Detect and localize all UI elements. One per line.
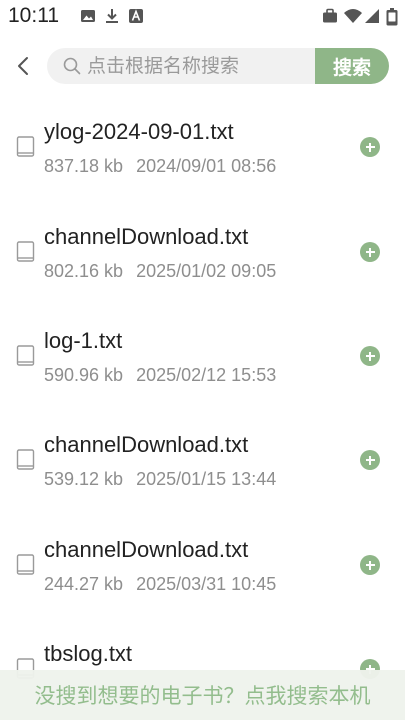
- search-field[interactable]: [47, 48, 317, 84]
- wifi-icon: [344, 9, 362, 23]
- back-arrow-icon[interactable]: [12, 52, 36, 80]
- add-file-button[interactable]: [360, 346, 380, 366]
- add-file-button[interactable]: [360, 555, 380, 575]
- search-icon: [63, 57, 81, 75]
- add-file-button[interactable]: [360, 450, 380, 470]
- file-size: 539.12 kb: [44, 469, 124, 489]
- file-date: 2024/09/01 08:56: [136, 156, 277, 176]
- file-meta: 590.96 kb 2025/02/12 15:53: [44, 365, 276, 386]
- file-item[interactable]: channelDownload.txt 539.12 kb 2025/01/15 …: [0, 408, 405, 504]
- file-name: channelDownload.txt: [44, 537, 249, 562]
- add-file-button[interactable]: [360, 137, 380, 157]
- file-item[interactable]: log-1.txt 590.96 kb 2025/02/12 15:53: [0, 304, 405, 400]
- text-file-icon: [16, 345, 35, 366]
- text-file-icon: [16, 554, 35, 575]
- file-meta: 802.16 kb 2025/01/02 09:05: [44, 261, 276, 282]
- signal-icon: [365, 9, 379, 23]
- file-date: 2025/03/31 10:45: [136, 574, 277, 594]
- file-meta: 539.12 kb 2025/01/15 13:44: [44, 469, 276, 490]
- file-size: 802.16 kb: [44, 261, 124, 281]
- briefcase-icon: [323, 8, 337, 23]
- file-size: 837.18 kb: [44, 156, 124, 176]
- file-date: 2025/01/15 13:44: [136, 469, 277, 489]
- text-file-icon: [16, 241, 35, 262]
- file-name: log-1.txt: [44, 328, 123, 353]
- image-icon: [81, 10, 95, 22]
- status-bar: 10:11: [0, 0, 405, 34]
- add-file-button[interactable]: [360, 242, 380, 262]
- file-meta: 837.18 kb 2024/09/01 08:56: [44, 156, 276, 177]
- file-item[interactable]: channelDownload.txt 244.27 kb 2025/03/31 …: [0, 513, 405, 609]
- file-name: channelDownload.txt: [44, 224, 249, 249]
- search-bar: 搜索: [0, 46, 405, 86]
- file-name: tbslog.txt: [44, 641, 133, 666]
- file-item[interactable]: channelDownload.txt 802.16 kb 2025/01/02 …: [0, 200, 405, 296]
- search-input[interactable]: [87, 48, 312, 84]
- file-date: 2025/02/12 15:53: [136, 365, 277, 385]
- status-time: 10:11: [8, 4, 59, 27]
- text-file-icon: [16, 449, 35, 470]
- file-item[interactable]: ylog-2024-09-01.txt 837.18 kb 2024/09/01 …: [0, 95, 405, 191]
- search-local-banner[interactable]: 没搜到想要的电子书？点我搜索本机: [0, 670, 405, 720]
- file-date: 2025/01/02 09:05: [136, 261, 277, 281]
- text-file-icon: [16, 136, 35, 157]
- file-name: channelDownload.txt: [44, 432, 249, 457]
- download-icon: [106, 9, 118, 23]
- search-local-banner-text: 没搜到想要的电子书？点我搜索本机: [34, 684, 371, 708]
- keyboard-a-icon: [129, 9, 143, 23]
- battery-icon: [386, 8, 398, 26]
- file-meta: 244.27 kb 2025/03/31 10:45: [44, 574, 276, 595]
- file-size: 590.96 kb: [44, 365, 124, 385]
- file-size: 244.27 kb: [44, 574, 124, 594]
- file-name: ylog-2024-09-01.txt: [44, 119, 234, 144]
- search-button[interactable]: 搜索: [315, 48, 389, 84]
